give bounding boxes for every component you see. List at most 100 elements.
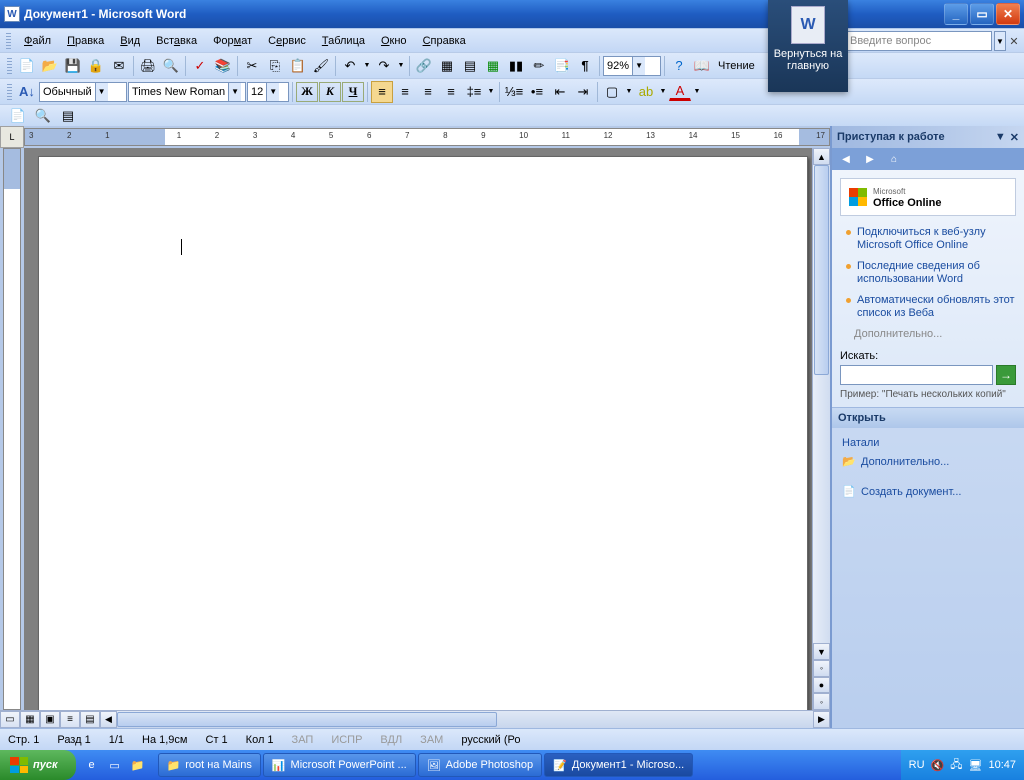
taskpane-more-link[interactable]: Дополнительно... [854, 328, 1016, 340]
save-icon[interactable]: 💾 [62, 55, 84, 77]
search-go-button[interactable]: → [996, 365, 1016, 385]
borders-button[interactable]: ▢ [601, 81, 623, 103]
tab-selector[interactable]: L [0, 126, 24, 148]
taskbar-item[interactable]: 📊 Microsoft PowerPoint ... [263, 753, 416, 777]
excel-icon[interactable]: ▦ [482, 55, 504, 77]
outline-icon2[interactable]: 🔍 [32, 105, 54, 127]
outline-view-button[interactable]: ≡ [60, 711, 80, 728]
taskpane-menu-icon[interactable]: ▼ [995, 131, 1006, 144]
font-color-button[interactable]: A [669, 82, 691, 101]
tray-clock[interactable]: 10:47 [988, 759, 1016, 771]
new-doc-icon[interactable]: 📄 [16, 55, 38, 77]
scroll-right-button[interactable]: ▶ [813, 711, 830, 728]
undo-icon[interactable]: ↶ [339, 55, 361, 77]
mail-icon[interactable]: ✉ [108, 55, 130, 77]
underline-button[interactable]: Ч [342, 82, 364, 102]
horizontal-ruler[interactable]: L 3211234567891011121314151617 [0, 126, 830, 148]
dropdown-icon[interactable]: ▼ [486, 81, 496, 103]
normal-view-button[interactable]: ▭ [0, 711, 20, 728]
start-button[interactable]: пуск [0, 750, 76, 780]
maximize-button[interactable]: ▭ [970, 3, 994, 25]
page[interactable] [38, 156, 808, 710]
nav-forward-icon[interactable]: ▶ [861, 150, 879, 168]
drawing-icon[interactable]: ✏ [528, 55, 550, 77]
decrease-indent-button[interactable]: ⇤ [549, 81, 571, 103]
bold-button[interactable]: Ж [296, 82, 318, 102]
menu-view[interactable]: Вид [113, 32, 147, 50]
align-center-button[interactable]: ≡ [394, 81, 416, 103]
taskbar-item[interactable]: 🖼 Adobe Photoshop [418, 753, 542, 777]
font-combo[interactable]: Times New Roman▼ [128, 82, 246, 102]
grip-icon[interactable] [7, 58, 12, 74]
font-size-combo[interactable]: 12▼ [247, 82, 289, 102]
help-icon[interactable]: ? [668, 55, 690, 77]
menubar-close-icon[interactable]: ✕ [1008, 31, 1020, 51]
menu-tools[interactable]: Сервис [261, 32, 313, 50]
tray-icon[interactable]: 🖧 [950, 756, 962, 775]
reading-view-button[interactable]: ▤ [80, 711, 100, 728]
menu-format[interactable]: Формат [206, 32, 259, 50]
dropdown-icon[interactable]: ▼ [396, 55, 406, 77]
preview-icon[interactable]: 🔍 [160, 55, 182, 77]
taskpane-close-icon[interactable]: ✕ [1010, 131, 1019, 144]
highlight-button[interactable]: ab [635, 81, 657, 103]
next-page-button[interactable]: ◦ [813, 693, 830, 710]
tray-icon[interactable]: 🔇 [931, 759, 945, 772]
tray-lang[interactable]: RU [909, 759, 925, 771]
bullets-button[interactable]: •≡ [526, 81, 548, 103]
show-hide-icon[interactable]: ¶ [574, 55, 596, 77]
taskbar-item[interactable]: 📁 root на Mains [158, 753, 261, 777]
web-view-button[interactable]: ▦ [20, 711, 40, 728]
hyperlink-icon[interactable]: 🔗 [413, 55, 435, 77]
system-tray[interactable]: RU 🔇 🖧 🖥 10:47 [901, 750, 1024, 780]
minimize-button[interactable]: _ [944, 3, 968, 25]
reading-button[interactable]: Чтение [714, 60, 759, 72]
research-icon[interactable]: 📚 [212, 55, 234, 77]
explorer-icon[interactable]: 📁 [128, 754, 148, 776]
format-painter-icon[interactable]: 🖌 [310, 55, 332, 77]
outline-icon3[interactable]: ▤ [57, 105, 79, 127]
browse-object-button[interactable]: ● [813, 677, 830, 694]
insert-table-icon[interactable]: ▤ [459, 55, 481, 77]
print-view-button[interactable]: ▣ [40, 711, 60, 728]
style-combo[interactable]: Обычный▼ [39, 82, 127, 102]
redo-icon[interactable]: ↷ [373, 55, 395, 77]
nav-back-icon[interactable]: ◀ [837, 150, 855, 168]
document-area[interactable] [24, 148, 812, 710]
increase-indent-button[interactable]: ⇥ [572, 81, 594, 103]
status-ext[interactable]: ВДЛ [380, 734, 402, 746]
menu-file[interactable]: Файл [17, 32, 58, 50]
align-justify-button[interactable]: ≡ [440, 81, 462, 103]
scroll-thumb-h[interactable] [117, 712, 497, 727]
menu-window[interactable]: Окно [374, 32, 414, 50]
dropdown-icon[interactable]: ▼ [624, 81, 634, 103]
status-ovr[interactable]: ЗАМ [420, 734, 443, 746]
help-question-drop[interactable]: ▼ [994, 31, 1006, 51]
align-right-button[interactable]: ≡ [417, 81, 439, 103]
dropdown-icon[interactable]: ▼ [658, 81, 668, 103]
taskpane-search-input[interactable] [840, 365, 993, 385]
menu-insert[interactable]: Вставка [149, 32, 204, 50]
taskpane-link[interactable]: Автоматически обновлять этот список из В… [846, 294, 1016, 320]
status-rec[interactable]: ЗАП [292, 734, 314, 746]
taskbar-item-active[interactable]: 📝 Документ1 - Microso... [544, 753, 693, 777]
status-rev[interactable]: ИСПР [331, 734, 362, 746]
dropdown-icon[interactable]: ▼ [692, 81, 702, 103]
status-lang[interactable]: русский (Ро [461, 734, 520, 746]
open-icon[interactable]: 📂 [39, 55, 61, 77]
numbering-button[interactable]: ⅓≡ [503, 81, 525, 103]
recent-doc-link[interactable]: Натали [842, 434, 1014, 452]
taskpane-link[interactable]: Подключиться к веб-узлу Microsoft Office… [846, 226, 1016, 252]
grip-icon[interactable] [6, 33, 11, 49]
close-button[interactable]: ✕ [996, 3, 1020, 25]
read-mode-icon[interactable]: 📖 [691, 55, 713, 77]
cut-icon[interactable]: ✂ [241, 55, 263, 77]
scroll-left-button[interactable]: ◀ [100, 711, 117, 728]
taskpane-link[interactable]: Последние сведения об использовании Word [846, 260, 1016, 286]
help-question-input[interactable]: Введите вопрос [846, 31, 992, 51]
align-left-button[interactable]: ≡ [371, 81, 393, 103]
tables-borders-icon[interactable]: ▦ [436, 55, 458, 77]
copy-icon[interactable]: ⎘ [264, 55, 286, 77]
doc-map-icon[interactable]: 📑 [551, 55, 573, 77]
zoom-combo[interactable]: 92%▼ [603, 56, 661, 76]
